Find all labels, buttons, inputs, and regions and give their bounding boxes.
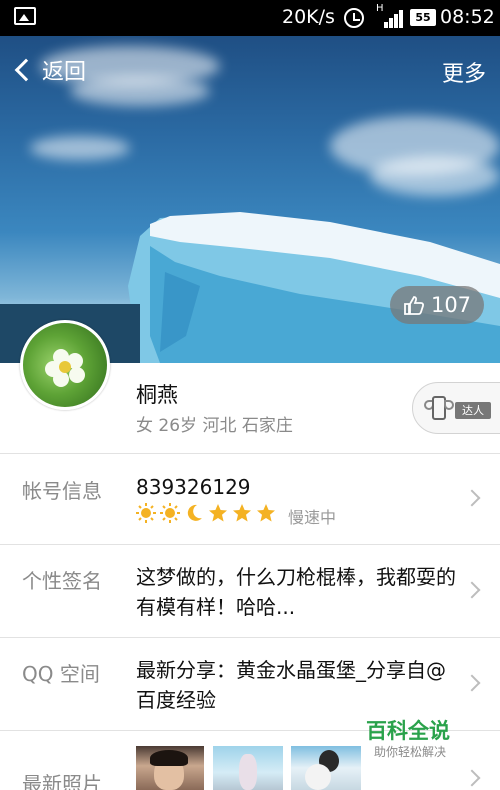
divider (0, 453, 500, 454)
back-button[interactable]: 返回 (12, 54, 86, 86)
divider (0, 637, 500, 638)
like-count: 107 (430, 293, 472, 317)
speed-status: 慢速中 (288, 508, 337, 527)
thumbs-up-icon (404, 296, 424, 315)
account-info-label: 帐号信息 (22, 479, 102, 503)
qzone-label: QQ 空间 (22, 662, 100, 686)
battery-icon: 55 (410, 9, 436, 26)
photo-thumbnail[interactable] (213, 746, 283, 790)
sun-icon (136, 503, 156, 523)
network-speed: 20K/s (282, 6, 335, 28)
signature-label: 个性签名 (22, 569, 102, 593)
cover-image: 返回 更多 107 (0, 36, 500, 363)
photo-thumbnail[interactable] (291, 746, 361, 790)
photo-thumbnail[interactable] (136, 746, 204, 790)
qq-number: 839326129 (136, 475, 251, 499)
sun-icon (160, 503, 180, 523)
chevron-right-icon (463, 581, 481, 599)
chevron-right-icon (463, 674, 481, 692)
divider (0, 544, 500, 545)
profile-details: 女 26岁 河北 石家庄 (136, 416, 293, 436)
star-icon (209, 504, 227, 522)
latest-photos-label: 最新照片 (22, 772, 102, 790)
chevron-right-icon (463, 489, 481, 507)
alarm-icon (344, 8, 364, 28)
gallery-notification-icon (14, 7, 36, 25)
avatar[interactable] (20, 320, 110, 410)
like-button[interactable]: 107 (390, 286, 484, 324)
back-chevron-icon (14, 58, 38, 82)
signature-text: 这梦做的，什么刀枪棍棒，我都耍的有模有样！哈哈... (136, 565, 456, 619)
back-label: 返回 (42, 60, 87, 85)
watermark-subtitle: 助你轻松解决 (374, 745, 447, 759)
profile-screen: 20K/s H 55 08:52 返回 更多 107 桐燕 女 26岁 河北 石… (0, 0, 500, 790)
star-icon (233, 504, 251, 522)
status-bar: 20K/s H 55 08:52 (0, 0, 500, 36)
clock: 08:52 (440, 6, 495, 28)
profile-name: 桐燕 (136, 383, 178, 407)
watermark-title: 百科全说 (366, 719, 450, 743)
qzone-latest-share: 最新分享：黄金水晶蛋堡_分享自@百度经验 (136, 658, 446, 712)
qq-level-icons (136, 503, 280, 523)
signal-icon (376, 6, 403, 28)
star-icon (257, 504, 275, 522)
moon-icon (187, 504, 202, 521)
more-button[interactable]: 更多 (442, 56, 486, 88)
wing-right-icon (444, 400, 454, 410)
daren-badge: 达人 (455, 402, 491, 419)
chevron-right-icon (463, 769, 481, 787)
